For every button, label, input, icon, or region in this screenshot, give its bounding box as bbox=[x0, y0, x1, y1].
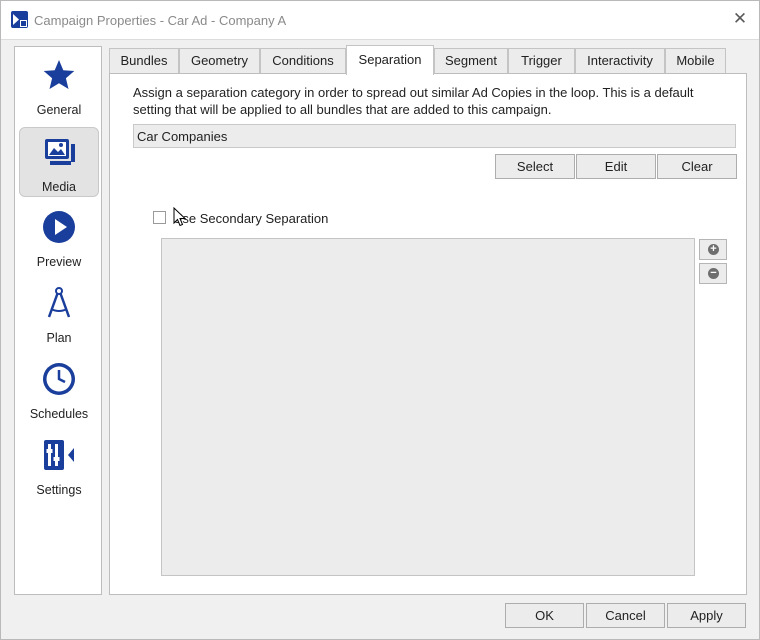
tab-bundles[interactable]: Bundles bbox=[109, 48, 179, 74]
window-title: Campaign Properties - Car Ad - Company A bbox=[34, 13, 287, 28]
minus-icon: − bbox=[708, 268, 719, 279]
plus-icon: + bbox=[708, 244, 719, 255]
secondary-separation-checkbox[interactable] bbox=[153, 211, 166, 224]
media-icon bbox=[45, 139, 75, 165]
tab-mobile[interactable]: Mobile bbox=[665, 48, 726, 74]
sidebar-item-preview[interactable]: Preview bbox=[19, 203, 99, 273]
sidebar-item-plan[interactable]: Plan bbox=[19, 279, 99, 349]
compass-icon bbox=[47, 287, 71, 318]
tab-separation[interactable]: Separation bbox=[346, 45, 434, 75]
tab-trigger[interactable]: Trigger bbox=[508, 48, 575, 74]
sidebar-item-label: General bbox=[36, 103, 82, 117]
secondary-separation-list[interactable] bbox=[161, 238, 695, 576]
clear-button[interactable]: Clear bbox=[657, 154, 737, 179]
play-icon bbox=[43, 211, 75, 243]
sidebar-item-label: Settings bbox=[36, 483, 82, 497]
sidebar: General Media Preview Plan Schedules Set… bbox=[14, 46, 102, 595]
edit-button[interactable]: Edit bbox=[576, 154, 656, 179]
sidebar-item-label: Preview bbox=[36, 255, 82, 269]
close-icon[interactable]: ✕ bbox=[731, 10, 749, 28]
sidebar-item-label: Media bbox=[41, 180, 77, 194]
sidebar-item-general[interactable]: General bbox=[19, 51, 99, 121]
app-icon bbox=[11, 11, 28, 28]
tab-interactivity[interactable]: Interactivity bbox=[575, 48, 665, 74]
settings-panel-icon bbox=[44, 440, 74, 470]
apply-button[interactable]: Apply bbox=[667, 603, 746, 628]
tab-strip: Bundles Geometry Conditions Separation S… bbox=[109, 45, 749, 75]
sidebar-item-label: Schedules bbox=[29, 407, 89, 421]
sidebar-item-schedules[interactable]: Schedules bbox=[19, 355, 99, 425]
tab-geometry[interactable]: Geometry bbox=[179, 48, 260, 74]
mouse-cursor-icon bbox=[173, 207, 187, 227]
sidebar-item-label: Plan bbox=[46, 331, 72, 345]
campaign-properties-dialog: Campaign Properties - Car Ad - Company A… bbox=[0, 0, 760, 640]
separation-category-field[interactable]: Car Companies bbox=[133, 124, 736, 148]
ok-button[interactable]: OK bbox=[505, 603, 584, 628]
cancel-button[interactable]: Cancel bbox=[586, 603, 665, 628]
select-button[interactable]: Select bbox=[495, 154, 575, 179]
separation-description: Assign a separation category in order to… bbox=[133, 85, 694, 117]
sidebar-item-media[interactable]: Media bbox=[19, 127, 99, 197]
tab-segment[interactable]: Segment bbox=[434, 48, 508, 74]
add-button[interactable]: + bbox=[699, 239, 727, 260]
remove-button[interactable]: − bbox=[699, 263, 727, 284]
tab-conditions[interactable]: Conditions bbox=[260, 48, 346, 74]
title-bar: Campaign Properties - Car Ad - Company A… bbox=[1, 1, 759, 39]
sidebar-item-settings[interactable]: Settings bbox=[19, 431, 99, 501]
secondary-separation-label[interactable]: Use Secondary Separation bbox=[173, 211, 328, 226]
clock-icon bbox=[43, 363, 75, 395]
star-icon bbox=[43, 60, 75, 89]
separation-panel: Assign a separation category in order to… bbox=[109, 73, 747, 595]
title-divider bbox=[1, 39, 759, 40]
